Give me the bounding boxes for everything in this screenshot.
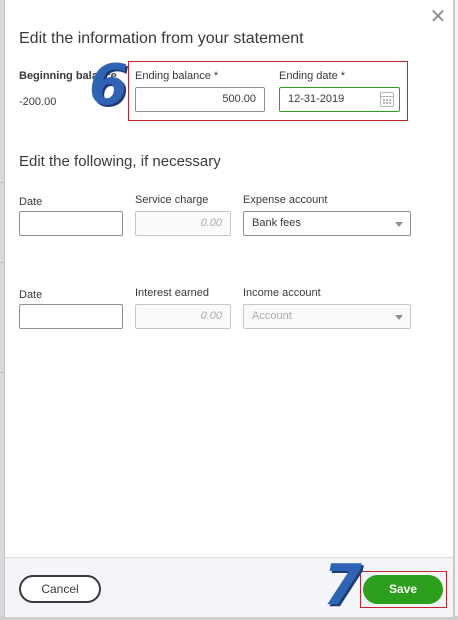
save-button[interactable]: Save (363, 575, 443, 604)
chevron-down-icon (395, 315, 403, 320)
ending-balance-input[interactable]: 500.00 (135, 87, 265, 112)
income-account-label: Income account (243, 287, 321, 299)
beginning-balance-value: -200.00 (19, 96, 57, 108)
ending-date-label: Ending date * (279, 70, 346, 82)
income-account-placeholder: Account (252, 310, 292, 322)
service-date-input[interactable] (19, 211, 123, 236)
expense-account-select[interactable]: Bank fees (243, 211, 411, 236)
chevron-down-icon (395, 222, 403, 227)
statement-heading: Edit the information from your statement (19, 30, 304, 47)
interest-date-input[interactable] (19, 304, 123, 329)
adjust-heading: Edit the following, if necessary (19, 153, 221, 170)
dialog-footer: Cancel Save (5, 557, 453, 617)
ending-date-input[interactable]: 12-31-2019 (279, 87, 400, 112)
step-7-annotation: 7 (323, 553, 362, 618)
step-6-annotation: 6 (89, 53, 128, 118)
income-account-select[interactable]: Account (243, 304, 411, 329)
interest-date-label: Date (19, 289, 43, 301)
calendar-icon[interactable] (380, 92, 394, 107)
service-charge-input[interactable]: 0.00 (135, 211, 231, 236)
background-page-edge (454, 0, 458, 620)
interest-earned-input[interactable]: 0.00 (135, 304, 231, 329)
ending-balance-label: Ending balance * (135, 70, 219, 82)
ending-date-value: 12-31-2019 (288, 93, 345, 105)
reconcile-edit-dialog: ✕ Edit the information from your stateme… (4, 0, 454, 617)
cancel-button[interactable]: Cancel (19, 575, 101, 603)
expense-account-value: Bank fees (252, 217, 301, 229)
close-icon[interactable]: ✕ (429, 7, 447, 27)
service-date-label: Date (19, 196, 43, 208)
interest-earned-label: Interest earned (135, 287, 209, 299)
expense-account-label: Expense account (243, 194, 328, 206)
service-charge-label: Service charge (135, 194, 209, 206)
